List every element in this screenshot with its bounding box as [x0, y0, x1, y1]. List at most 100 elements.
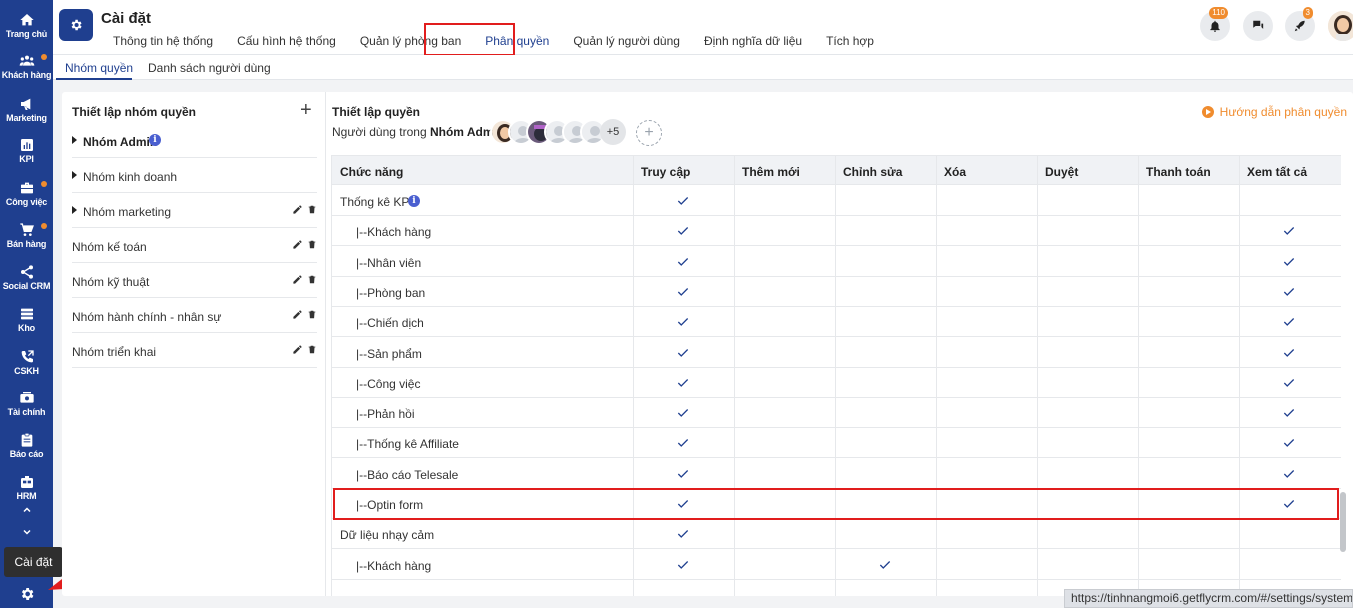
- check-icon[interactable]: [676, 194, 690, 208]
- edit-icon[interactable]: [292, 309, 303, 323]
- notification-dot: [41, 181, 47, 187]
- sidebar-item-3[interactable]: KPI: [0, 130, 53, 170]
- caret-right-icon[interactable]: [72, 136, 77, 144]
- group-item[interactable]: Nhóm marketing: [72, 193, 317, 228]
- add-group-button[interactable]: +: [300, 100, 312, 120]
- sidebar-item-6[interactable]: Social CRM: [0, 257, 53, 297]
- check-icon[interactable]: [1282, 315, 1296, 329]
- function-name: Dữ liệu nhạy cảm: [340, 528, 435, 543]
- group-item[interactable]: Nhóm kinh doanh: [72, 158, 317, 193]
- sidebar-item-10[interactable]: Báo cáo: [0, 425, 53, 465]
- row-highlight: [333, 488, 1339, 520]
- check-icon[interactable]: [1282, 406, 1296, 420]
- sidebar-item-7[interactable]: Kho: [0, 299, 53, 339]
- sidebar-item-2[interactable]: Marketing: [0, 89, 53, 129]
- notification-button[interactable]: 110: [1200, 7, 1230, 41]
- edit-icon[interactable]: [292, 344, 303, 358]
- check-icon[interactable]: [676, 436, 690, 450]
- check-icon[interactable]: [1282, 346, 1296, 360]
- more-users-count[interactable]: +5: [600, 119, 626, 145]
- user-avatar[interactable]: [1328, 11, 1353, 41]
- sidebar-item-9[interactable]: Tài chính: [0, 383, 53, 423]
- tab-1[interactable]: Cấu hình hệ thống: [237, 34, 336, 48]
- delete-icon[interactable]: [307, 274, 317, 288]
- scroll-up-button[interactable]: [0, 500, 53, 520]
- settings-logo: [59, 9, 93, 41]
- table-row: |--Thống kê Affiliate: [332, 428, 1341, 459]
- check-icon[interactable]: [676, 255, 690, 269]
- check-icon[interactable]: [1282, 436, 1296, 450]
- subtab-user-list[interactable]: Danh sách người dùng: [148, 61, 271, 75]
- check-icon[interactable]: [676, 224, 690, 238]
- scroll-down-button[interactable]: [0, 522, 53, 542]
- permissions-panel: Thiết lập nhóm quyền + Nhóm Admin i Nhóm k…: [62, 92, 1353, 596]
- check-icon[interactable]: [676, 467, 690, 481]
- active-tab-highlight: [424, 23, 515, 56]
- chevron-icon: [22, 507, 31, 513]
- table-row: Dữ liệu nhạy cảm: [332, 519, 1341, 550]
- sidebar-item-8[interactable]: CSKH: [0, 342, 53, 382]
- rocket-button[interactable]: 3: [1285, 7, 1315, 41]
- check-icon[interactable]: [676, 285, 690, 299]
- delete-icon[interactable]: [307, 204, 317, 218]
- group-item[interactable]: Nhóm kỹ thuật: [72, 263, 317, 298]
- edit-icon[interactable]: [292, 274, 303, 288]
- info-icon[interactable]: i: [408, 195, 420, 207]
- sidebar-item-1[interactable]: Khách hàng: [0, 46, 53, 86]
- tab-0[interactable]: Thông tin hệ thống: [113, 34, 213, 48]
- check-icon[interactable]: [676, 558, 690, 572]
- check-icon[interactable]: [676, 315, 690, 329]
- groups-title: Thiết lập nhóm quyền: [72, 105, 197, 119]
- sidebar-item-label: Khách hàng: [1, 69, 52, 80]
- check-icon[interactable]: [676, 346, 690, 360]
- money-icon: [18, 390, 36, 406]
- check-icon[interactable]: [676, 527, 690, 541]
- subtab-groups[interactable]: Nhóm quyền: [65, 61, 133, 75]
- check-icon[interactable]: [1282, 467, 1296, 481]
- column-header: Truy cập: [641, 165, 691, 179]
- check-icon[interactable]: [676, 376, 690, 390]
- warehouse-icon: [18, 306, 36, 322]
- rocket-icon: [1294, 20, 1305, 32]
- info-icon[interactable]: i: [149, 134, 161, 146]
- edit-icon[interactable]: [292, 239, 303, 253]
- caret-right-icon[interactable]: [72, 206, 77, 214]
- table-row: |--Khách hàng: [332, 550, 1341, 580]
- table-row: Thống kê KPI i: [332, 186, 1341, 216]
- permissions-title: Thiết lập quyền: [332, 105, 421, 119]
- tab-6[interactable]: Tích hợp: [826, 34, 874, 48]
- group-item[interactable]: Nhóm triển khai: [72, 333, 317, 368]
- sidebar-item-4[interactable]: Công việc: [0, 173, 53, 213]
- sidebar-item-0[interactable]: Trang chủ: [0, 5, 53, 45]
- edit-icon[interactable]: [292, 204, 303, 218]
- sidebar-item-label: Báo cáo: [9, 448, 44, 459]
- permission-guide-link[interactable]: Hướng dẫn phân quyền: [1201, 105, 1347, 119]
- group-name: Nhóm triển khai: [72, 345, 157, 359]
- table-scrollbar[interactable]: [1340, 492, 1346, 552]
- chat-button[interactable]: [1243, 11, 1273, 41]
- check-icon[interactable]: [1282, 255, 1296, 269]
- delete-icon[interactable]: [307, 344, 317, 358]
- check-icon[interactable]: [1282, 224, 1296, 238]
- group-item[interactable]: Nhóm Admin i: [72, 123, 317, 158]
- tab-4[interactable]: Quản lý người dùng: [573, 34, 680, 48]
- function-name: |--Phòng ban: [356, 285, 426, 300]
- table-row: |--Sản phẩm: [332, 338, 1341, 368]
- delete-icon[interactable]: [307, 309, 317, 323]
- table-row: |--Báo cáo Telesale: [332, 459, 1341, 489]
- group-name: Nhóm kế toán: [72, 240, 147, 254]
- column-header: Chức năng: [340, 165, 404, 179]
- delete-icon[interactable]: [307, 239, 317, 253]
- check-icon[interactable]: [1282, 376, 1296, 390]
- share-icon: [18, 264, 36, 280]
- add-member-button[interactable]: +: [636, 120, 662, 146]
- group-item[interactable]: Nhóm kế toán: [72, 228, 317, 263]
- sidebar-item-5[interactable]: Bán hàng: [0, 215, 53, 255]
- group-item[interactable]: Nhóm hành chính - nhân sự: [72, 298, 317, 333]
- group-name: Nhóm hành chính - nhân sự: [72, 310, 222, 324]
- check-icon[interactable]: [878, 558, 892, 572]
- caret-right-icon[interactable]: [72, 171, 77, 179]
- check-icon[interactable]: [1282, 285, 1296, 299]
- check-icon[interactable]: [676, 406, 690, 420]
- tab-5[interactable]: Định nghĩa dữ liệu: [704, 34, 802, 48]
